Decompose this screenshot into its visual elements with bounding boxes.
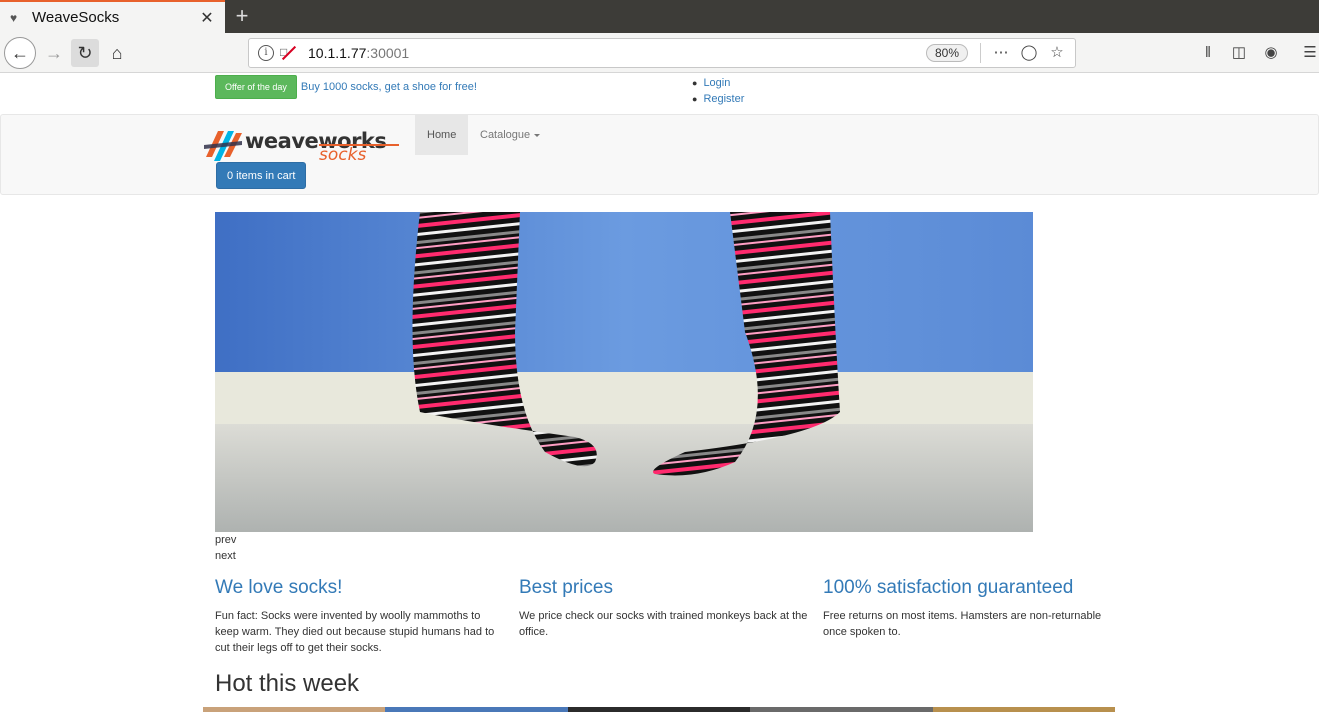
pocket-icon[interactable]: ◯: [1019, 43, 1039, 63]
close-tab-icon[interactable]: ✕: [199, 8, 215, 28]
hot-product-thumb[interactable]: [750, 707, 933, 712]
insecure-lock-icon[interactable]: □: [280, 45, 296, 61]
url-host: 10.1.1.77: [308, 45, 367, 61]
sidebar-icon[interactable]: ◫: [1229, 43, 1249, 63]
browser-tabbar: ♥ WeaveSocks ✕ +: [0, 0, 1319, 33]
url-text[interactable]: 10.1.1.77:30001: [308, 45, 926, 61]
register-link[interactable]: ● Register: [692, 91, 744, 107]
hot-product-thumb[interactable]: [385, 707, 568, 712]
zoom-level-badge[interactable]: 80%: [925, 44, 968, 62]
offer-link[interactable]: Buy 1000 socks, get a shoe for free!: [301, 81, 477, 93]
url-port: :30001: [366, 45, 410, 61]
hot-product-thumb[interactable]: [932, 707, 1116, 712]
page-actions-icon[interactable]: ⋯: [991, 43, 1011, 63]
caret-down-icon: [534, 133, 541, 137]
login-label: Login: [703, 77, 731, 89]
library-icon[interactable]: ‖: [1198, 43, 1218, 63]
catalogue-label: Catalogue: [480, 129, 531, 141]
page-content: Offer of the day Buy 1000 socks, get a s…: [0, 73, 1319, 712]
weaveworks-socks-logo[interactable]: weaveworks socks: [204, 127, 399, 167]
hero-carousel-image: [215, 212, 1033, 532]
new-tab-icon[interactable]: +: [232, 4, 252, 28]
back-arrow-icon[interactable]: ←: [4, 37, 36, 69]
feature-love-socks: We love socks! Fun fact: Socks were inve…: [215, 577, 505, 656]
hot-product-thumb[interactable]: [567, 707, 751, 712]
offer-bar: Offer of the day Buy 1000 socks, get a s…: [215, 75, 477, 99]
feature-title: 100% satisfaction guaranteed: [823, 577, 1074, 598]
nav-catalogue-dropdown[interactable]: Catalogue: [468, 115, 552, 155]
feature-best-prices: Best prices We price check our socks wit…: [519, 577, 809, 640]
feature-text: Free returns on most items. Hamsters are…: [823, 610, 1102, 638]
feature-text: Fun fact: Socks were invented by woolly …: [215, 610, 495, 654]
login-link[interactable]: ● Login: [692, 75, 744, 91]
url-divider: [980, 43, 981, 63]
bookmark-star-icon[interactable]: ☆: [1047, 43, 1067, 63]
carousel-prev[interactable]: prev: [215, 534, 236, 546]
feature-satisfaction: 100% satisfaction guaranteed Free return…: [823, 577, 1113, 640]
reload-icon[interactable]: ↻: [71, 39, 99, 67]
browser-tab[interactable]: ♥ WeaveSocks ✕: [0, 0, 225, 33]
striped-socks-photo: [215, 212, 1033, 532]
tab-title: WeaveSocks: [32, 9, 120, 26]
feature-title: Best prices: [519, 577, 613, 598]
offer-of-the-day-button[interactable]: Offer of the day: [215, 75, 297, 99]
site-info-icon[interactable]: i: [258, 45, 274, 61]
weaveworks-logo-mark-icon: [204, 131, 242, 161]
account-icon[interactable]: ◉: [1261, 43, 1281, 63]
forward-arrow-icon[interactable]: →: [40, 39, 68, 67]
nav-home[interactable]: Home: [415, 115, 469, 155]
page-favicon-icon: ♥: [10, 10, 18, 25]
carousel-next[interactable]: next: [215, 550, 236, 562]
hot-product-thumb[interactable]: [203, 707, 386, 712]
bullet-icon: ●: [692, 78, 698, 88]
site-navbar: weaveworks socks Home Catalogue 0 items …: [0, 114, 1319, 195]
hot-this-week-heading: Hot this week: [215, 670, 360, 697]
home-icon[interactable]: ⌂: [103, 39, 131, 67]
hot-products-strip: [203, 707, 1116, 712]
bullet-icon: ●: [692, 94, 698, 104]
menu-hamburger-icon[interactable]: ☰: [1300, 43, 1319, 63]
feature-title: We love socks!: [215, 577, 343, 598]
register-label: Register: [703, 93, 745, 105]
cart-button[interactable]: 0 items in cart: [216, 162, 307, 189]
logo-sub-text: socks: [319, 145, 367, 165]
address-bar[interactable]: i □ 10.1.1.77:30001 80% ⋯ ◯ ☆: [248, 38, 1076, 68]
browser-toolbar: ← → ↻ ⌂ i □ 10.1.1.77:30001 80% ⋯ ◯ ☆ ‖ …: [0, 33, 1319, 73]
feature-text: We price check our socks with trained mo…: [519, 610, 808, 638]
account-links: ● Login ● Register: [692, 75, 744, 107]
